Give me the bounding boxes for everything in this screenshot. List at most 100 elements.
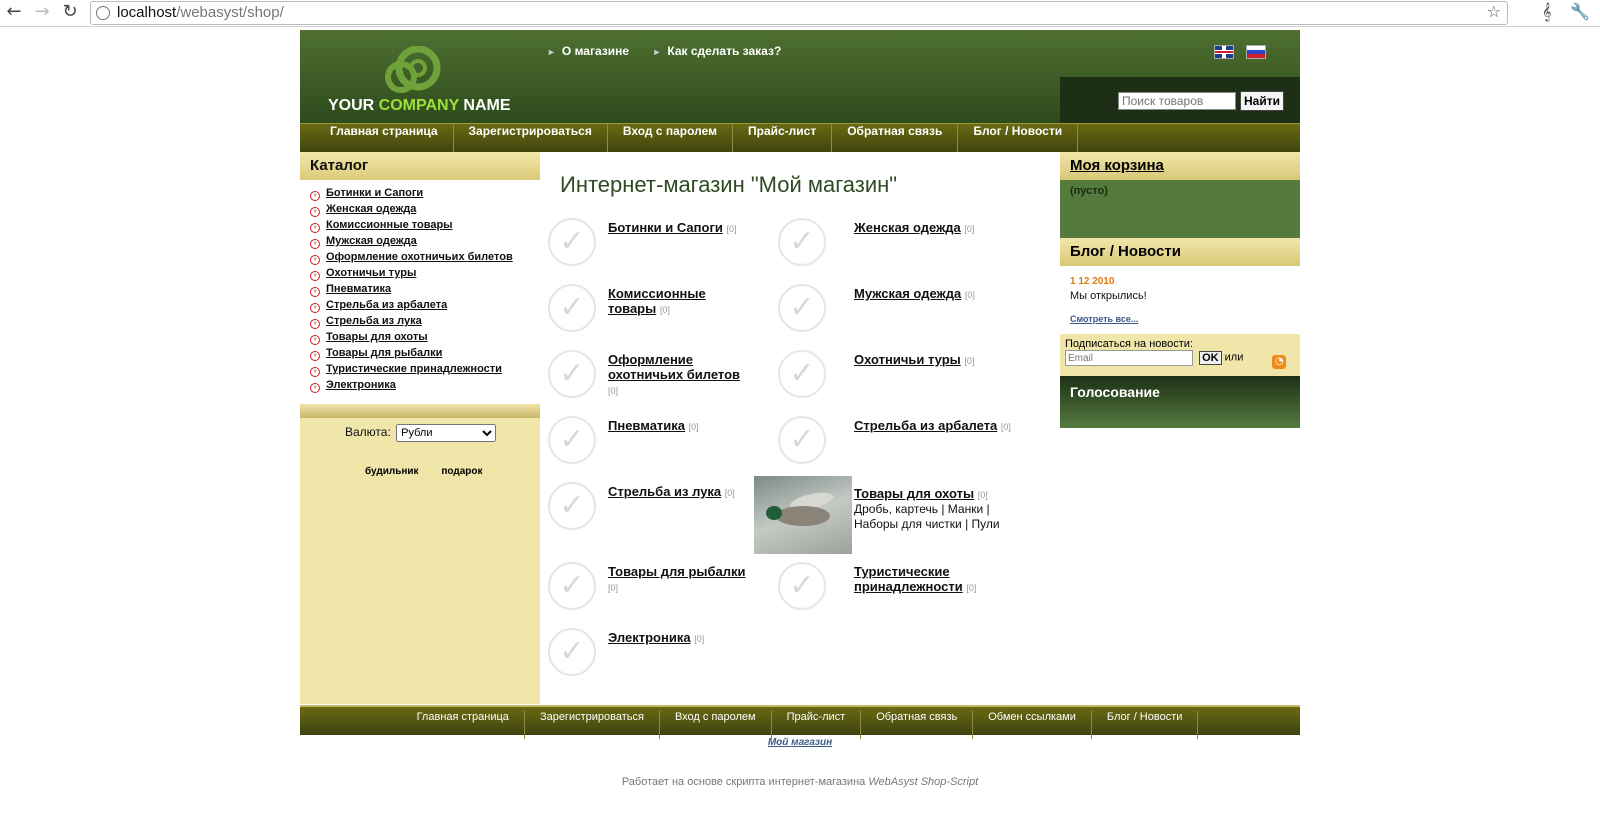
search-area: Найти [1060, 77, 1300, 123]
address-bar[interactable]: localhost/webasyst/shop/ ☆ [90, 1, 1508, 25]
category-card[interactable]: ✓ Пневматика [0] [548, 416, 783, 476]
category-card[interactable]: ✓ Мужская одежда [0] [778, 284, 1013, 344]
bullet-arrow-icon: › [310, 335, 320, 345]
catalog-item[interactable]: › Товары для охоты [300, 331, 540, 347]
footer-store-link[interactable]: Мой магазин [300, 737, 1300, 748]
category-link[interactable]: Ботинки и Сапоги [608, 220, 723, 235]
category-card[interactable]: ✓ Туристические принадлежности [0] [778, 562, 1013, 622]
category-card[interactable]: ✓ Женская одежда [0] [778, 218, 1013, 278]
catalog-item[interactable]: › Стрельба из арбалета [300, 299, 540, 315]
category-card[interactable]: ✓ Комиссионные товары [0] [548, 284, 783, 344]
checkmark-icon: ✓ [548, 416, 596, 464]
menu-blog[interactable]: Блог / Новости [958, 124, 1079, 153]
catalog-item[interactable]: › Ботинки и Сапоги [300, 187, 540, 203]
menu-pricelist[interactable]: Прайс-лист [733, 124, 833, 153]
url-text: localhost/webasyst/shop/ [117, 4, 284, 21]
catalog-item[interactable]: › Туристические принадлежности [300, 363, 540, 379]
category-card[interactable]: Товары для охоты [0] Дробь, картечь | Ман… [754, 476, 1034, 556]
subcategory-links[interactable]: Дробь, картечь | Манки | Наборы для чист… [854, 502, 1000, 531]
forward-icon[interactable]: → [32, 2, 52, 22]
company-name-logo[interactable]: YOUR COMPANY NAME [328, 97, 511, 115]
blog-post-text: Мы открылись! [1070, 290, 1147, 302]
catalog-item[interactable]: › Женская одежда [300, 203, 540, 219]
left-sidebar: Каталог › Ботинки и Сапоги › Женская одежд… [300, 152, 540, 704]
category-link[interactable]: Комиссионные товары [608, 286, 706, 316]
search-button[interactable]: Найти [1240, 91, 1284, 111]
category-card[interactable]: ✓ Стрельба из лука [0] [548, 482, 783, 542]
footer-link-login[interactable]: Вход с паролем [660, 711, 772, 739]
footer-link-pricelist[interactable]: Прайс-лист [772, 711, 862, 739]
category-count: [0] [977, 490, 988, 500]
category-card[interactable]: ✓ Товары для рыбалки [0] [548, 562, 783, 622]
bullet-arrow-icon: › [310, 223, 320, 233]
currency-select[interactable]: Рубли [396, 424, 497, 442]
category-card[interactable]: ✓ Электроника [0] [548, 628, 783, 688]
catalog-item[interactable]: › Комиссионные товары [300, 219, 540, 235]
category-count: [0] [688, 422, 699, 432]
bullet-arrow-icon: › [310, 383, 320, 393]
catalog-item[interactable]: › Оформление охотничьих билетов [300, 251, 540, 267]
catalog-item[interactable]: › Охотничьи туры [300, 267, 540, 283]
category-link[interactable]: Стрельба из арбалета [854, 418, 997, 433]
newsletter-subscribe: Подписаться на новости: OK или ◔ [1060, 334, 1300, 376]
footer-menu: Главная страница Зарегистрироваться Вход с… [300, 705, 1300, 739]
catalog-item[interactable]: › Электроника [300, 379, 540, 395]
checkmark-icon: ✓ [778, 562, 826, 610]
tag-link[interactable]: подарок [441, 466, 482, 477]
top-link-how-to-order[interactable]: ► Как сделать заказ? [652, 44, 781, 58]
reload-icon[interactable]: ↻ [60, 2, 80, 22]
category-link[interactable]: Туристические принадлежности [854, 564, 963, 594]
menu-login[interactable]: Вход с паролем [608, 124, 733, 153]
shop-page: YOUR COMPANY NAME ► О магазине ► Как сдела… [300, 30, 1300, 754]
catalog-item[interactable]: › Товары для рыбалки [300, 347, 540, 363]
cart-status: (пусто) [1060, 180, 1300, 238]
footer-link-home[interactable]: Главная страница [402, 711, 525, 739]
bullet-arrow-icon: › [310, 271, 320, 281]
top-link-about[interactable]: ► О магазине [547, 44, 629, 58]
cart-title[interactable]: Моя корзина [1060, 152, 1300, 180]
footer-link-register[interactable]: Зарегистрироваться [525, 711, 660, 739]
category-card[interactable]: ✓ Охотничьи туры [0] [778, 350, 1013, 410]
rss-icon[interactable]: ◔ [1272, 354, 1287, 369]
checkmark-icon: ✓ [778, 416, 826, 464]
menu-register[interactable]: Зарегистрироваться [454, 124, 608, 153]
company-logo-icon[interactable] [380, 46, 444, 96]
category-link[interactable]: Мужская одежда [854, 286, 961, 301]
catalog-item[interactable]: › Пневматика [300, 283, 540, 299]
footer-link-link-exchange[interactable]: Обмен ссылками [973, 711, 1092, 739]
menu-home[interactable]: Главная страница [315, 124, 454, 153]
category-link[interactable]: Товары для рыбалки [608, 564, 746, 579]
bookmark-star-icon[interactable]: ☆ [1487, 2, 1501, 21]
category-count: [0] [726, 224, 737, 234]
checkmark-icon: ✓ [778, 218, 826, 266]
category-card[interactable]: ✓ Стрельба из арбалета [0] [778, 416, 1013, 476]
blog-panel: 1 12 2010 Мы открылись! Смотреть все... [1060, 266, 1300, 334]
category-link[interactable]: Пневматика [608, 418, 685, 433]
product-search-input[interactable] [1118, 92, 1236, 110]
footer-link-feedback[interactable]: Обратная связь [861, 711, 974, 739]
extension-icon[interactable]: 𝄞 [1542, 2, 1551, 22]
menu-feedback[interactable]: Обратная связь [832, 124, 959, 153]
footer-link-blog[interactable]: Блог / Новости [1092, 711, 1199, 739]
bullet-arrow-icon: › [310, 351, 320, 361]
subscribe-ok-button[interactable]: OK [1199, 350, 1222, 365]
catalog-item[interactable]: › Стрельба из лука [300, 315, 540, 331]
wrench-icon[interactable]: 🔧 [1570, 2, 1590, 21]
category-link[interactable]: Товары для охоты [854, 486, 974, 501]
category-card[interactable]: ✓ Оформление охотничьих билетов [0] [548, 350, 783, 410]
category-link[interactable]: Стрельба из лука [608, 484, 721, 499]
category-link[interactable]: Электроника [608, 630, 691, 645]
english-flag-icon[interactable] [1213, 45, 1234, 59]
category-card[interactable]: ✓ Ботинки и Сапоги [0] [548, 218, 783, 278]
back-icon[interactable]: ← [4, 2, 24, 22]
russian-flag-icon[interactable] [1246, 45, 1266, 59]
category-link[interactable]: Женская одежда [854, 220, 961, 235]
blog-see-all-link[interactable]: Смотреть все... [1070, 314, 1290, 324]
bullet-arrow-icon: › [310, 207, 320, 217]
duck-photo[interactable] [754, 476, 852, 554]
email-field[interactable] [1065, 350, 1193, 366]
category-link[interactable]: Оформление охотничьих билетов [608, 352, 740, 382]
category-link[interactable]: Охотничьи туры [854, 352, 961, 367]
tag-link[interactable]: будильник [365, 466, 419, 477]
catalog-item[interactable]: › Мужская одежда [300, 235, 540, 251]
